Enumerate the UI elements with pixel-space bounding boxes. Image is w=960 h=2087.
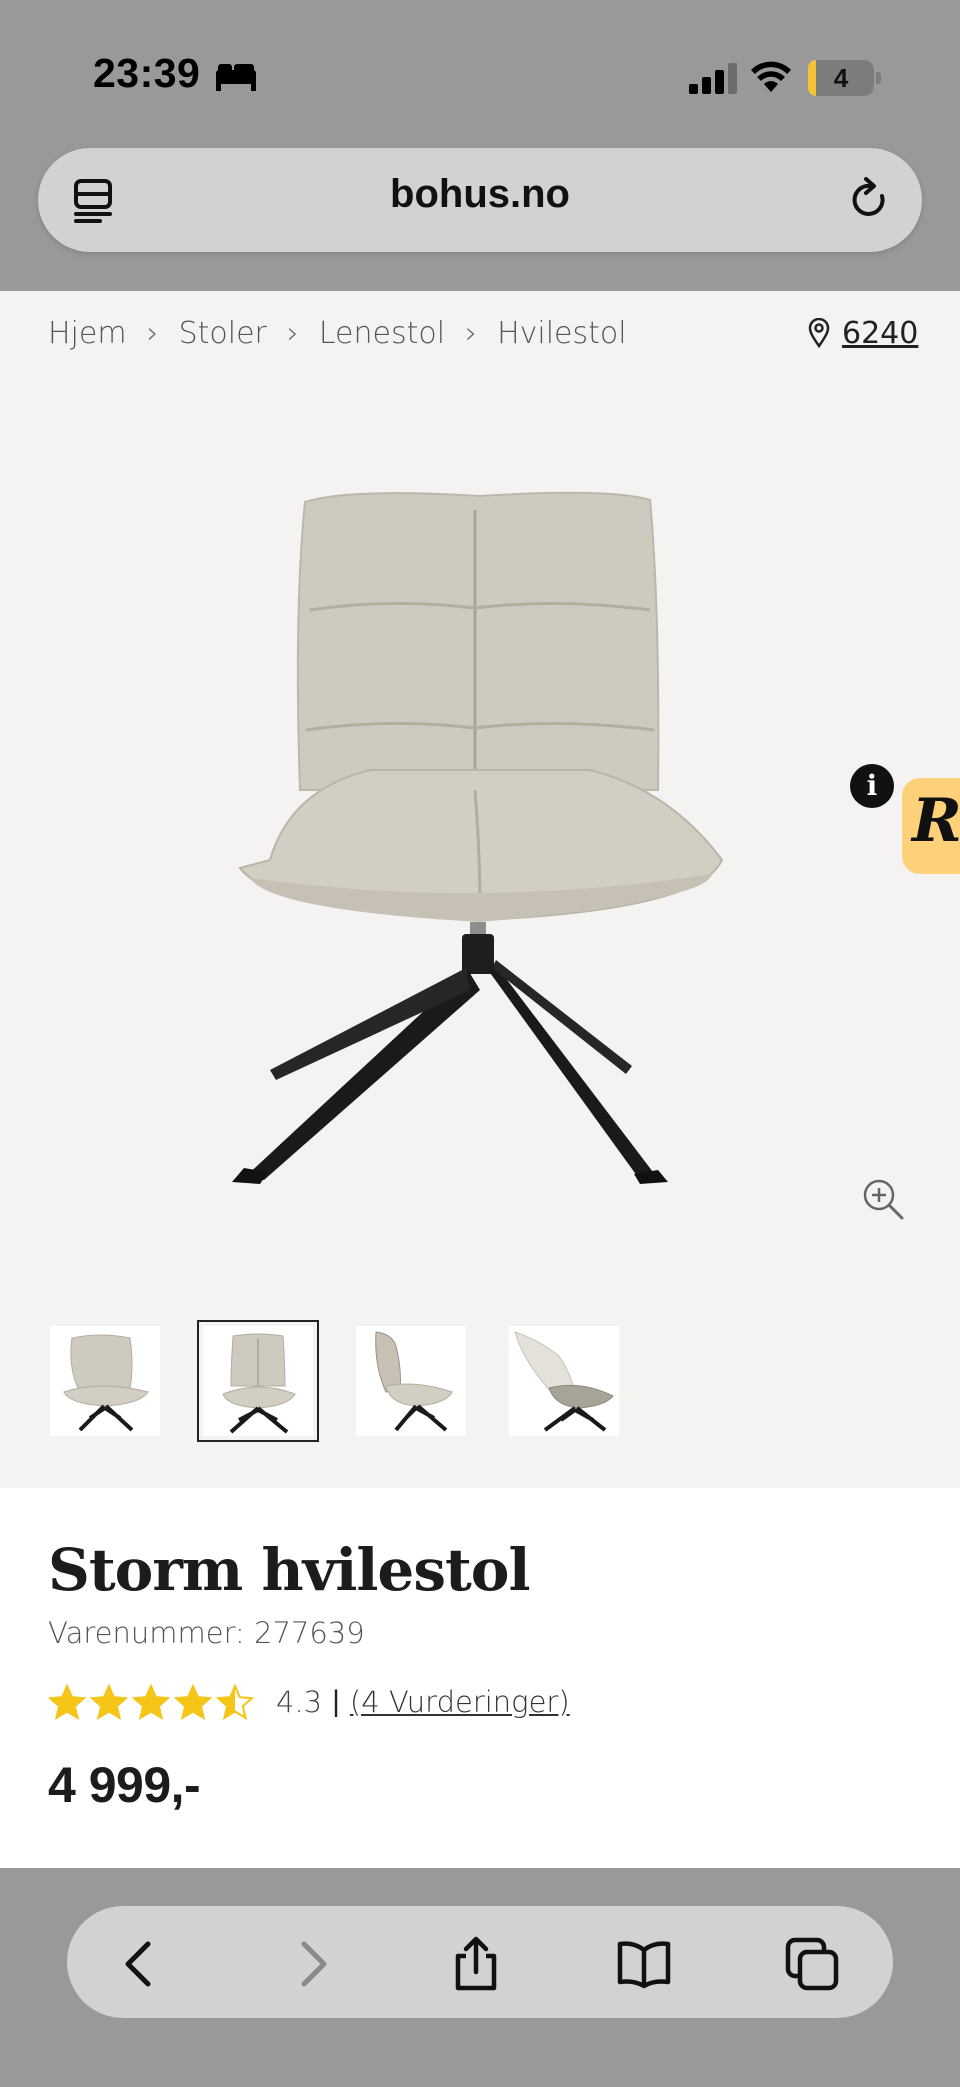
location-selector[interactable]: 6240 <box>808 311 918 355</box>
zoom-in-icon[interactable] <box>860 1176 906 1222</box>
battery-indicator: 4 <box>808 60 874 96</box>
reviews-link[interactable]: (4 Vurderinger) <box>350 1685 570 1719</box>
back-icon[interactable] <box>112 1936 168 1992</box>
star-icon <box>174 1684 212 1720</box>
breadcrumb-item-hvilestol[interactable]: Hvilestol <box>497 316 627 351</box>
rating-value: 4.3 <box>276 1685 323 1719</box>
rating-separator: | <box>332 1685 340 1718</box>
product-main-image[interactable] <box>230 490 730 1190</box>
wifi-icon <box>751 61 791 92</box>
cellular-signal-icon <box>689 63 737 94</box>
thumbnail-chair-back-image <box>514 1331 614 1432</box>
bed-icon <box>216 64 256 91</box>
battery-level: 4 <box>833 63 849 93</box>
map-pin-icon <box>808 318 830 348</box>
url-text[interactable]: bohus.no <box>280 172 680 217</box>
bookmarks-icon[interactable] <box>616 1936 672 1992</box>
thumbnail-chair-side-image <box>375 1331 453 1432</box>
thumbnail-2-selected[interactable] <box>197 1320 319 1442</box>
status-time: 23:39 <box>93 50 201 96</box>
product-rating: 4.3 | (4 Vurderinger) <box>48 1682 570 1722</box>
share-icon[interactable] <box>448 1936 504 1992</box>
star-icon <box>132 1684 170 1720</box>
product-sku: Varenummer: 277639 <box>48 1616 365 1650</box>
thumbnail-chair-front-image <box>222 1333 296 1434</box>
product-price: 4 999,- <box>48 1757 201 1813</box>
chevron-right-icon: › <box>146 315 159 351</box>
chevron-right-icon: › <box>465 315 478 351</box>
star-icon <box>48 1684 86 1720</box>
tabs-overview-icon[interactable] <box>72 178 116 224</box>
tabs-icon[interactable] <box>784 1936 840 1992</box>
location-postcode[interactable]: 6240 <box>842 316 918 351</box>
info-icon[interactable]: i <box>850 764 894 808</box>
breadcrumb-item-hjem[interactable]: Hjem <box>48 316 127 351</box>
thumbnail-1[interactable] <box>50 1326 160 1436</box>
star-rating <box>48 1684 254 1720</box>
breadcrumb: Hjem › Stoler › Lenestol › Hvilestol <box>48 311 627 355</box>
breadcrumb-item-stoler[interactable]: Stoler <box>179 316 267 351</box>
star-icon <box>216 1684 254 1720</box>
product-title: Storm hvilestol <box>48 1536 530 1604</box>
thumbnail-4[interactable] <box>509 1326 619 1436</box>
breadcrumb-item-lenestol[interactable]: Lenestol <box>319 316 445 351</box>
chevron-right-icon: › <box>286 315 299 351</box>
r-logo-icon[interactable]: R <box>912 786 960 856</box>
reload-icon[interactable] <box>846 176 892 224</box>
thumbnail-3[interactable] <box>356 1326 466 1436</box>
thumbnail-chair-angle-image <box>63 1334 149 1432</box>
forward-icon[interactable] <box>284 1936 340 1992</box>
star-icon <box>90 1684 128 1720</box>
battery-cap <box>876 72 881 84</box>
